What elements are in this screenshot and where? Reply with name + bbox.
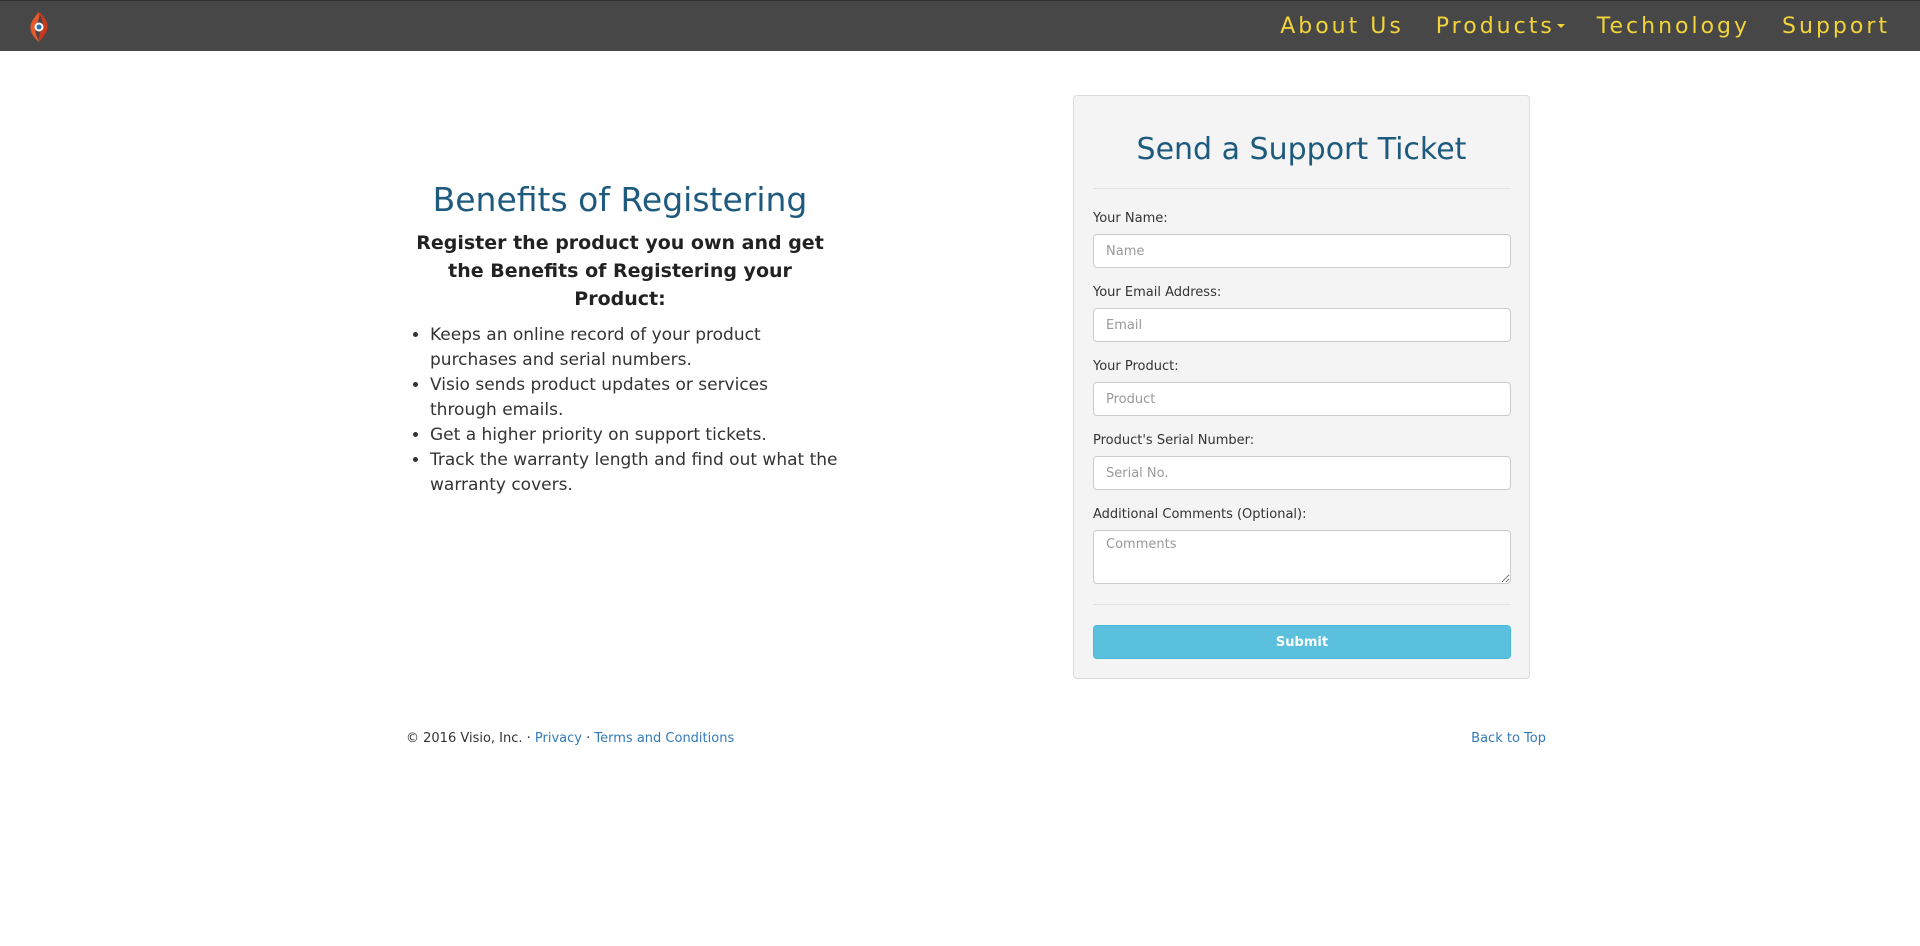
nav-products[interactable]: Products [1436,14,1565,39]
terms-link[interactable]: Terms and Conditions [594,731,734,746]
email-input[interactable] [1093,308,1511,342]
comments-textarea[interactable] [1093,530,1511,584]
name-label: Your Name: [1093,211,1168,226]
footer: © 2016 Visio, Inc. · Privacy · Terms and… [406,731,1546,746]
nav-technology[interactable]: Technology [1597,14,1750,39]
comments-label: Additional Comments (Optional): [1093,507,1307,522]
serial-input[interactable] [1093,456,1511,490]
product-label: Your Product: [1093,359,1179,374]
product-input[interactable] [1093,382,1511,416]
submit-button[interactable]: Submit [1093,625,1511,659]
divider [1093,188,1511,189]
list-item: Get a higher priority on support tickets… [430,423,840,448]
benefits-subtitle: Register the product you own and get the… [416,232,824,310]
email-label: Your Email Address: [1093,285,1222,300]
nav-products-label: Products [1435,14,1555,39]
serial-label: Product's Serial Number: [1093,433,1255,448]
divider [1093,604,1511,605]
nav-support[interactable]: Support [1782,14,1890,39]
name-input[interactable] [1093,234,1511,268]
list-item: Keeps an online record of your product p… [430,323,840,373]
nav-about-us[interactable]: About Us [1280,14,1404,39]
list-item: Track the warranty length and find out w… [430,448,840,498]
logo-icon[interactable] [26,11,52,43]
privacy-link[interactable]: Privacy [535,731,582,746]
top-navbar: About Us Products Technology Support [0,0,1920,51]
benefits-section: Benefits of Registering Register the pro… [400,180,840,498]
footer-separator: · [582,731,595,746]
benefits-list: Keeps an online record of your product p… [400,323,840,498]
panel-title: Send a Support Ticket [1136,132,1467,167]
support-ticket-panel: Send a Support Ticket Your Name: Your Em… [1073,95,1530,679]
back-to-top-link[interactable]: Back to Top [1471,731,1546,746]
list-item: Visio sends product updates or services … [430,373,840,423]
caret-down-icon [1556,24,1565,28]
nav-menu: About Us Products Technology Support [1248,1,1890,52]
benefits-title: Benefits of Registering [432,180,808,219]
copyright-text: © 2016 Visio, Inc. · [406,731,535,746]
